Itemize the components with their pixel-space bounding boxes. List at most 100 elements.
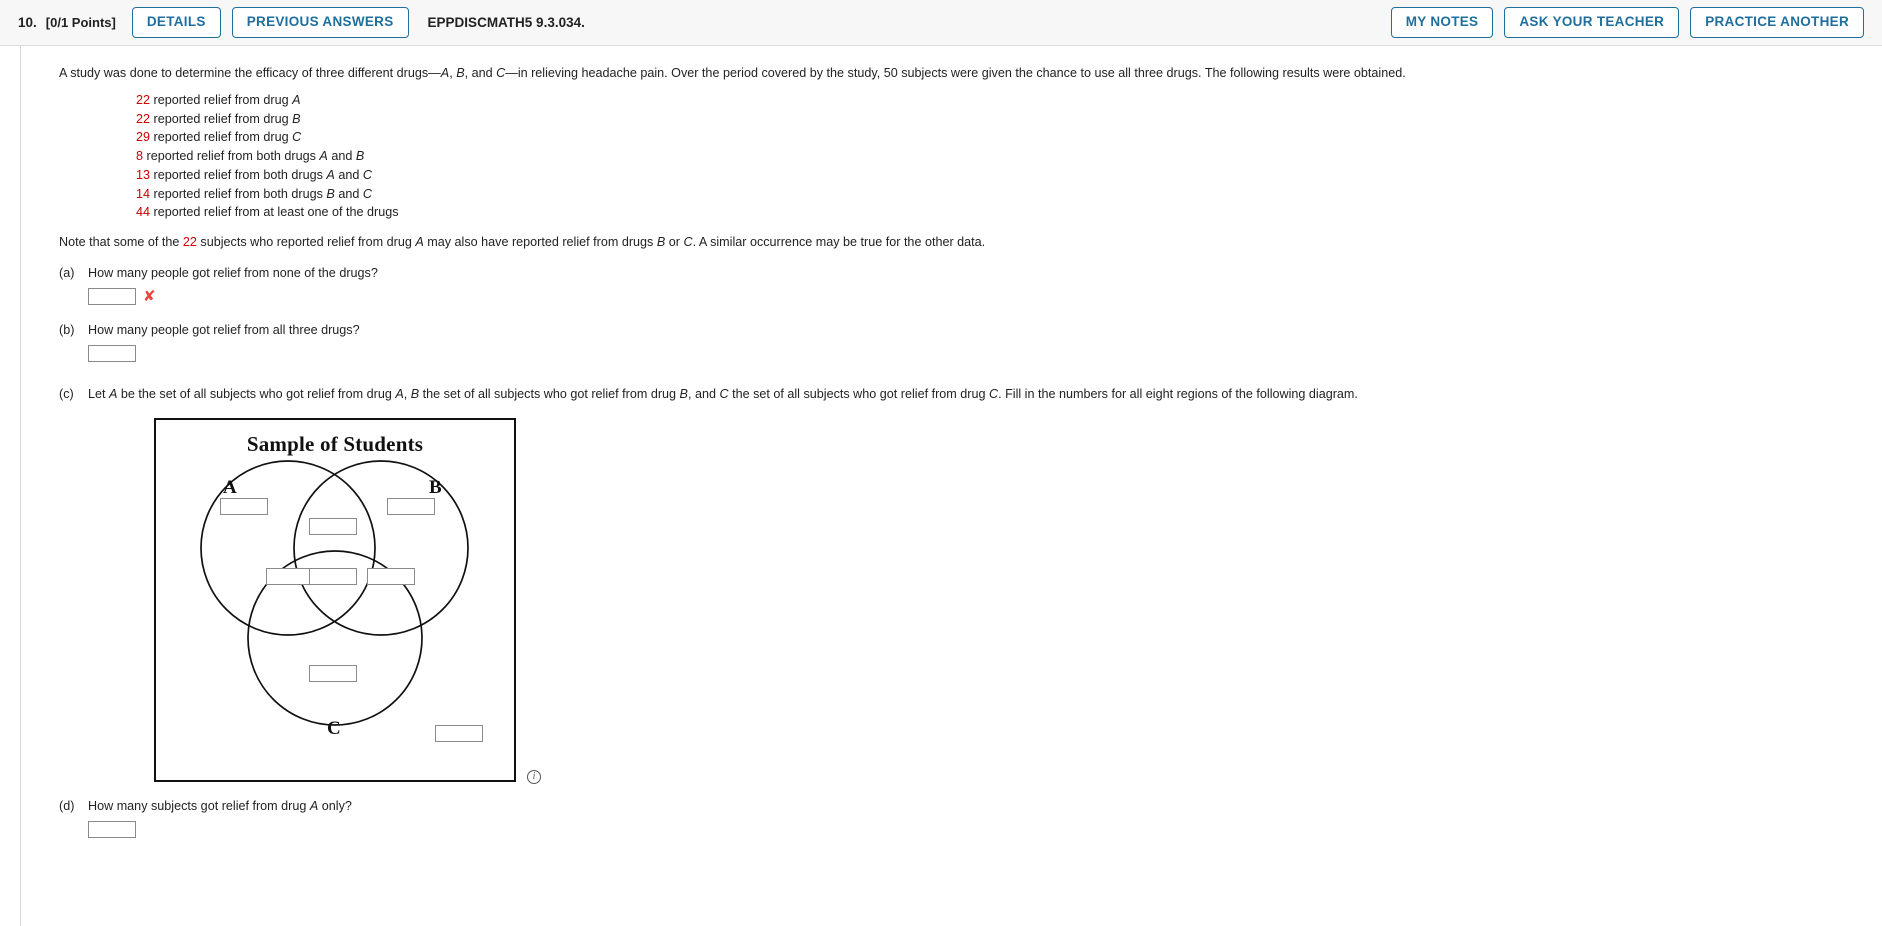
venn-input-b-and-c-only[interactable] <box>367 568 415 586</box>
fact-count: 13 <box>136 167 151 182</box>
my-notes-button[interactable]: MY NOTES <box>1390 7 1494 38</box>
part-a-answer-input[interactable] <box>88 288 136 306</box>
fact-count: 14 <box>136 186 151 201</box>
pc-var-b2: B <box>679 387 688 402</box>
note-var-c: C <box>683 235 693 250</box>
fact-line: 14 reported relief from both drugs B and… <box>136 185 1882 204</box>
question-content: A study was done to determine the effica… <box>21 46 1882 926</box>
venn-input-a-only[interactable] <box>220 498 268 516</box>
pc-6: the set of all subjects who got relief f… <box>728 387 989 402</box>
part-b-label: (b) <box>59 323 75 338</box>
problem-statement: A study was done to determine the effica… <box>59 65 1882 82</box>
fact-mid: and <box>327 149 356 164</box>
fact-line: 29 reported relief from drug C <box>136 128 1882 147</box>
fact-var-2: C <box>362 167 372 182</box>
intro-var-a: A <box>440 66 450 80</box>
venn-input-a-and-c-only[interactable] <box>266 568 314 586</box>
fact-line: 8 reported relief from both drugs A and … <box>136 147 1882 166</box>
fact-var-2: C <box>362 186 372 201</box>
practice-another-button[interactable]: PRACTICE ANOTHER <box>1690 7 1864 38</box>
pc-5: , and <box>687 387 720 402</box>
venn-input-c-only[interactable] <box>309 665 357 683</box>
fact-text: reported relief from drug <box>150 93 293 107</box>
fact-text: reported relief from both drugs <box>143 149 320 164</box>
part-a-question: How many people got relief from none of … <box>88 266 378 281</box>
part-d-answer-row <box>88 821 1882 839</box>
intro-text-2: —in relieving headache pain. Over the pe… <box>505 66 1406 80</box>
part-c-label: (c) <box>59 387 74 402</box>
note-4: or <box>665 235 684 250</box>
previous-answers-button[interactable]: PREVIOUS ANSWERS <box>231 7 409 38</box>
fact-count: 29 <box>136 130 151 145</box>
intro-and: , and <box>464 66 497 80</box>
note-3: may also have reported relief from drugs <box>423 235 657 250</box>
part-c-question: Let A be the set of all subjects who got… <box>88 387 1358 401</box>
pc-var-b: B <box>410 387 420 402</box>
part-b-question-row: (b) How many people got relief from all … <box>59 323 1882 337</box>
fact-var-1: B <box>326 186 335 201</box>
part-a: (a) How many people got relief from none… <box>59 266 1882 306</box>
part-a-label: (a) <box>59 266 75 281</box>
part-d: (d) How many subjects got relief from dr… <box>59 799 1882 839</box>
fact-var-2: B <box>355 149 365 164</box>
pc-3: , <box>403 387 411 402</box>
part-d-question-row: (d) How many subjects got relief from dr… <box>59 799 1882 813</box>
details-button[interactable]: DETAILS <box>131 7 221 38</box>
fact-line: 22 reported relief from drug A <box>136 91 1882 110</box>
note-2: subjects who reported relief from drug <box>196 235 416 250</box>
pc-var-a2: A <box>395 387 404 402</box>
part-b-answer-input[interactable] <box>88 345 136 363</box>
pc-1: Let <box>88 387 110 402</box>
pc-var-c: C <box>719 387 729 402</box>
fact-text: reported relief from at least one of the… <box>150 205 399 220</box>
header-actions: MY NOTES ASK YOUR TEACHER PRACTICE ANOTH… <box>1390 7 1872 38</box>
fact-var-1: A <box>292 93 301 107</box>
note-5: . A similar occurrence may be true for t… <box>692 235 986 250</box>
note-text: Note that some of the 22 subjects who re… <box>59 235 1882 249</box>
incorrect-x-icon: ✘ <box>143 287 156 306</box>
info-icon[interactable]: i <box>527 770 541 785</box>
fact-count: 44 <box>136 205 151 220</box>
fact-text: reported relief from both drugs <box>150 186 327 201</box>
fact-line: 22 reported relief from drug B <box>136 110 1882 129</box>
fact-text: reported relief from drug <box>150 111 293 126</box>
question-body: A study was done to determine the effica… <box>0 46 1882 926</box>
part-c-question-row: (c) Let A be the set of all subjects who… <box>59 387 1882 401</box>
fact-mid: and <box>334 186 363 201</box>
fact-text: reported relief from both drugs <box>150 167 327 182</box>
fact-var-1: A <box>319 149 328 164</box>
ask-your-teacher-button[interactable]: ASK YOUR TEACHER <box>1504 7 1680 38</box>
fact-count: 8 <box>136 149 144 164</box>
part-d-answer-input[interactable] <box>88 821 136 839</box>
set-label-b: B <box>429 477 442 499</box>
question-number: 10. <box>18 15 37 30</box>
venn-input-b-only[interactable] <box>387 498 435 516</box>
fact-text: reported relief from drug <box>150 130 293 145</box>
intro-var-c: C <box>496 66 506 80</box>
pc-var-c2: C <box>988 387 999 402</box>
set-label-a: A <box>223 477 237 499</box>
venn-input-outside-all[interactable] <box>435 725 483 743</box>
venn-input-a-b-c[interactable] <box>309 568 357 586</box>
fact-var-1: A <box>326 167 335 182</box>
pd-2: only? <box>318 799 352 814</box>
venn-input-a-and-b-only[interactable] <box>309 518 357 536</box>
part-a-question-row: (a) How many people got relief from none… <box>59 266 1882 280</box>
fact-count: 22 <box>136 111 151 126</box>
fact-mid: and <box>334 167 363 182</box>
part-a-answer-row: ✘ <box>88 287 1882 306</box>
venn-diagram: Sample of Students A B C i <box>154 418 674 793</box>
note-1: Note that some of the <box>59 235 183 250</box>
fact-var-1: C <box>292 130 302 145</box>
question-header-bar: 10. [0/1 Points] DETAILS PREVIOUS ANSWER… <box>0 0 1882 46</box>
fact-count: 22 <box>136 93 151 107</box>
fact-line: 13 reported relief from both drugs A and… <box>136 166 1882 185</box>
pc-4: the set of all subjects who got relief f… <box>419 387 680 402</box>
intro-text-1: A study was done to determine the effica… <box>59 66 441 80</box>
part-b-answer-row <box>88 345 1882 363</box>
part-d-question: How many subjects got relief from drug A… <box>88 799 352 813</box>
intro-var-b: B <box>456 66 465 80</box>
pc-7: . Fill in the numbers for all eight regi… <box>998 387 1358 402</box>
note-var-a: A <box>415 235 424 250</box>
note-var-b: B <box>656 235 666 250</box>
